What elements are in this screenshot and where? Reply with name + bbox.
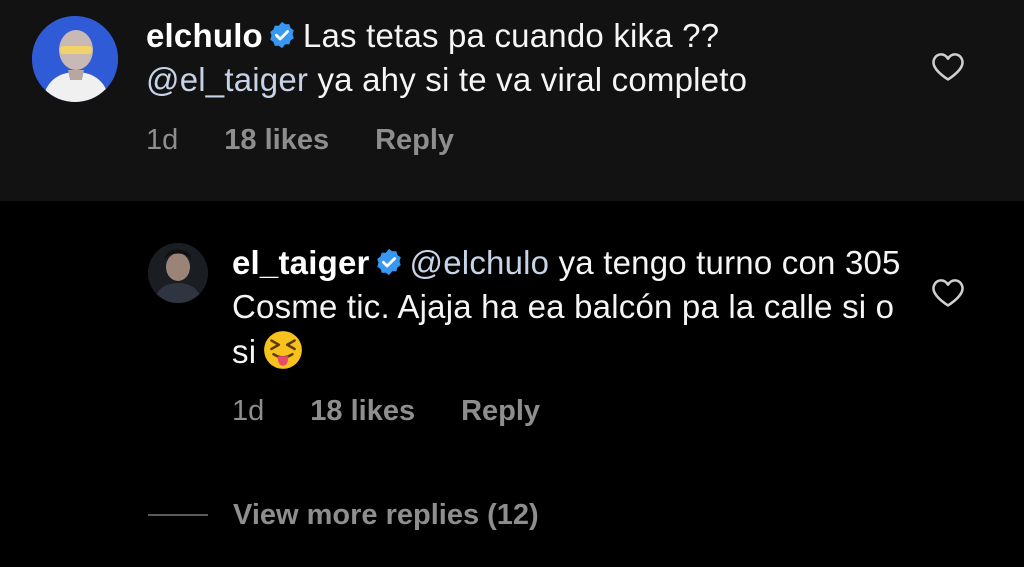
view-more-replies-button[interactable]: View more replies (12) <box>148 495 539 535</box>
comment-body: elchulo Las tetas pa cuando kika ?? @el_t… <box>146 14 916 102</box>
avatar[interactable] <box>32 16 118 102</box>
reply-button[interactable]: Reply <box>375 124 454 156</box>
comment-text-continued: ya ahy si te va viral completo <box>317 61 748 98</box>
divider-line <box>148 514 208 516</box>
verified-badge-icon <box>270 21 294 49</box>
reply-button[interactable]: Reply <box>461 395 540 427</box>
reply-meta: 1d 18 likes Reply <box>232 395 586 428</box>
comment-likes[interactable]: 18 likes <box>224 124 329 156</box>
reply-mention[interactable]: @elchulo <box>410 244 550 281</box>
avatar-image <box>148 243 208 303</box>
reply-time: 1d <box>232 395 265 427</box>
comments-thread: elchulo Las tetas pa cuando kika ?? @el_t… <box>0 0 1024 567</box>
view-more-replies-label: View more replies (12) <box>233 498 539 531</box>
reply-username[interactable]: el_taiger <box>232 244 370 281</box>
avatar[interactable] <box>148 243 208 303</box>
squinting-face-with-tongue-icon <box>264 331 303 369</box>
comment-meta: 1d 18 likes Reply <box>146 124 500 157</box>
reply-body: el_taiger @elchulo ya tengo turno con 305… <box>232 241 922 374</box>
comment-item: elchulo Las tetas pa cuando kika ?? @el_t… <box>0 0 1024 201</box>
reply-likes[interactable]: 18 likes <box>310 395 415 427</box>
verified-badge-icon <box>376 248 401 276</box>
comment-username[interactable]: elchulo <box>146 17 263 54</box>
comment-mention[interactable]: @el_taiger <box>146 61 308 98</box>
like-heart-icon[interactable] <box>931 50 965 82</box>
avatar-image <box>32 16 118 102</box>
comment-time: 1d <box>146 124 179 156</box>
like-heart-icon[interactable] <box>931 276 965 308</box>
comment-text: Las tetas pa cuando kika ?? <box>302 17 720 54</box>
